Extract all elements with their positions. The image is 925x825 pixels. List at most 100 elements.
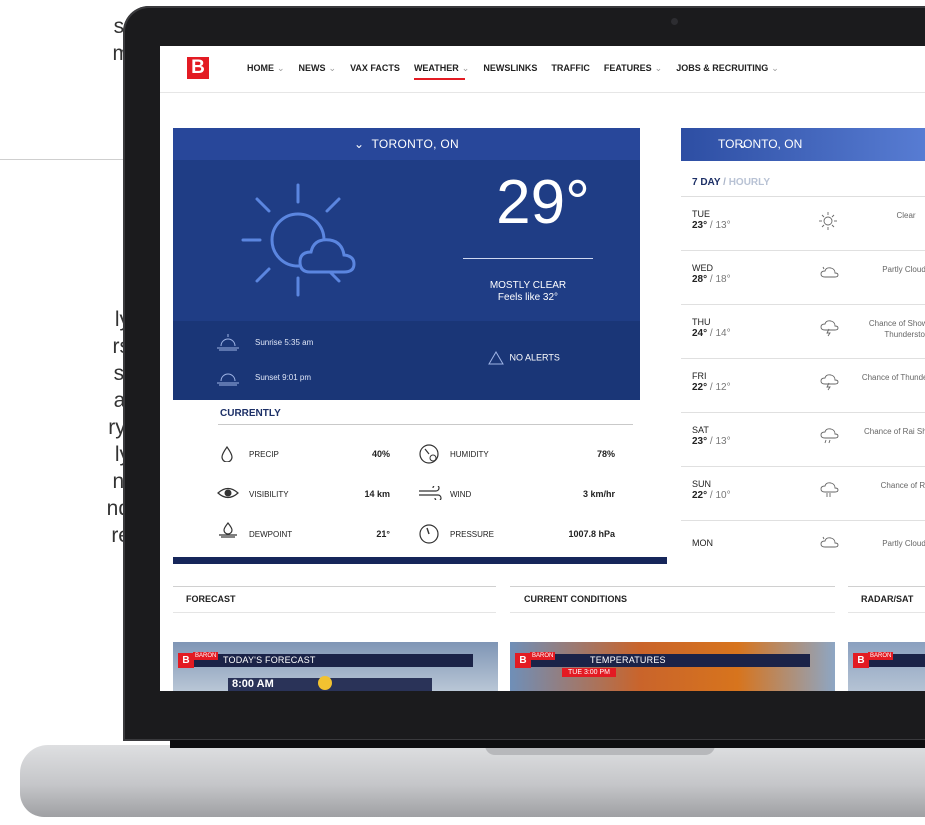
thumbnail-brand: BARON (193, 652, 219, 660)
location-selector[interactable]: ⌄ TORONTO, ON (173, 128, 640, 160)
chevron-down-icon: ⌄ (277, 63, 285, 73)
tab-hourly[interactable]: HOURLY (729, 177, 770, 188)
side-text-top: s. m (0, 13, 131, 67)
day-condition: Clear (896, 211, 916, 220)
side-text-line: al (113, 389, 130, 412)
wind-value: 3 km/hr (582, 489, 615, 499)
visibility-value: 14 km (364, 489, 390, 499)
condition-text: MOSTLY CLEAR (489, 280, 567, 291)
day-temps: 22° / 10° (692, 490, 731, 501)
top-navbar: B HOME ⌄ NEWS ⌄ VAX FACTS WEATHER ⌄ NEWSLIN… (160, 46, 925, 93)
forecast-tabs: 7 DAY / HOURLY (692, 177, 770, 188)
side-text-line: nd (106, 497, 130, 520)
day-temps: 22° / 12° (692, 382, 731, 393)
divider (463, 258, 593, 259)
thumbnail-label: TODAY'S FORECAST (223, 655, 316, 665)
current-temperature: 29° (496, 168, 590, 237)
nav-item-vax-facts[interactable]: VAX FACTS (350, 63, 400, 74)
tab-separator: / (723, 177, 726, 188)
dewpoint-label: DEWPOINT (249, 530, 293, 539)
day-temps: 23° / 13° (692, 436, 731, 447)
divider (173, 612, 496, 613)
nav-item-jobs[interactable]: JOBS & RECRUITING ⌄ (676, 63, 779, 74)
baron-logo: B (178, 653, 194, 668)
forecast-day-row[interactable]: TUE 23° / 13° Clear (681, 197, 925, 251)
temperatures-video-thumbnail[interactable]: B BARON TEMPERATURES TUE 3:00 PM (510, 642, 835, 691)
thumbnail-brand: BARON (868, 652, 894, 660)
forecast-day-row[interactable]: SAT 23° / 13° Chance of Rai Showers (681, 413, 925, 467)
side-text-line: ly (0, 306, 130, 333)
nav-item-traffic[interactable]: TRAFFIC (551, 63, 590, 74)
drop-icon (221, 446, 233, 462)
nav-item-newslinks[interactable]: NEWSLINKS (483, 63, 537, 74)
precip-value: 40% (371, 449, 390, 459)
day-name: FRI (692, 371, 707, 381)
section-radar-title[interactable]: RADAR/SAT (861, 594, 913, 604)
day-temps: 28° / 18° (692, 274, 731, 285)
forecast-day-row[interactable]: WED 28° / 18° Partly Cloudy (681, 251, 925, 305)
day-name: SAT (692, 425, 709, 435)
forecast-video-thumbnail[interactable]: B TODAY'S FORECAST BARON 8:00 AM (173, 642, 498, 691)
divider (0, 159, 125, 160)
pressure-gauge-icon (419, 524, 439, 544)
day-condition: Chance of Rai Showers (863, 427, 925, 436)
wind-icon (419, 486, 442, 500)
sunrise-text: Sunrise 5:35 am (255, 338, 314, 347)
laptop-screen: B HOME ⌄ NEWS ⌄ VAX FACTS WEATHER ⌄ NEWSLIN… (160, 46, 925, 691)
rain-icon (820, 482, 839, 497)
tab-7-day[interactable]: 7 DAY (692, 177, 720, 188)
thumbnail-label: TEMPERATURES (590, 655, 666, 665)
forecast-day-row[interactable]: SUN 22° / 10° Chance of Rai (681, 467, 925, 521)
day-temps: 24° / 14° (692, 328, 731, 339)
day-temps: 23° / 13° (692, 220, 731, 231)
thunderstorm-icon (820, 320, 839, 337)
currently-title: CURRENTLY (220, 408, 281, 419)
thumbnail-time: TUE 3:00 PM (562, 668, 617, 677)
dewpoint-value: 21° (376, 529, 390, 539)
dewpoint-icon (219, 522, 237, 538)
sunrise-row: Sunrise 5:35 am (217, 334, 314, 351)
precip-label: PRECIP (249, 450, 279, 459)
nav-item-home[interactable]: HOME ⌄ (247, 63, 285, 74)
alerts-text: NO ALERTS (509, 352, 560, 363)
nav-item-features[interactable]: FEATURES ⌄ (604, 63, 662, 74)
side-text-line: m (112, 42, 131, 65)
forecast-day-row[interactable]: THU 24° / 14° Chance of Show and Thunder… (681, 305, 925, 359)
divider (173, 557, 667, 564)
divider (510, 612, 835, 613)
side-text-line: s, (113, 362, 130, 385)
site-logo[interactable]: B (187, 57, 209, 79)
section-current-conditions-title[interactable]: CURRENT CONDITIONS (524, 594, 627, 604)
alerts-status[interactable]: NO ALERTS (488, 351, 560, 365)
nav-item-weather[interactable]: WEATHER ⌄ (413, 63, 469, 80)
wind-label: WIND (450, 490, 472, 499)
eye-icon (217, 487, 239, 499)
day-condition: Chance of Rai (880, 481, 925, 490)
section-forecast-title[interactable]: FORECAST (186, 594, 236, 604)
forecast-location-selector[interactable]: ⌄ TORONTO, ON (681, 128, 925, 161)
pressure-value: 1007.8 hPa (568, 529, 615, 539)
partly-cloudy-icon (241, 183, 356, 297)
sun-alerts-panel: Sunrise 5:35 am Sunset 9:01 pm (173, 321, 640, 400)
day-condition: Partly Cloudy (882, 539, 925, 548)
divider (848, 612, 925, 613)
side-text-line: re (111, 524, 130, 547)
radar-video-thumbnail[interactable]: B BARON (848, 642, 925, 691)
current-weather-panel: ⌄ TORONTO, ON 29° MOSTLY CLEAR Feels lik… (173, 128, 640, 400)
day-name: SUN (692, 479, 712, 489)
sun-icon (318, 676, 332, 690)
side-text-line: s. (113, 15, 130, 38)
nav-item-news[interactable]: NEWS ⌄ (299, 63, 337, 74)
thunderstorm-icon (820, 374, 839, 391)
pressure-label: PRESSURE (450, 530, 495, 539)
current-condition: MOSTLY CLEAR Feels like 32° (463, 280, 593, 304)
side-text-line: ry, (108, 416, 130, 439)
thumbnail-title-bar (528, 654, 810, 667)
side-text-mid: ly rs s, al ry, ly nt nd re (0, 306, 130, 549)
camera-icon (671, 18, 678, 25)
day-name: THU (692, 317, 711, 327)
divider (173, 586, 496, 587)
forecast-day-row[interactable]: FRI 22° / 12° Chance of Thunderstorm (681, 359, 925, 413)
forecast-day-row[interactable]: MON Partly Cloudy (681, 521, 925, 574)
chevron-down-icon: ⌄ (738, 137, 749, 151)
